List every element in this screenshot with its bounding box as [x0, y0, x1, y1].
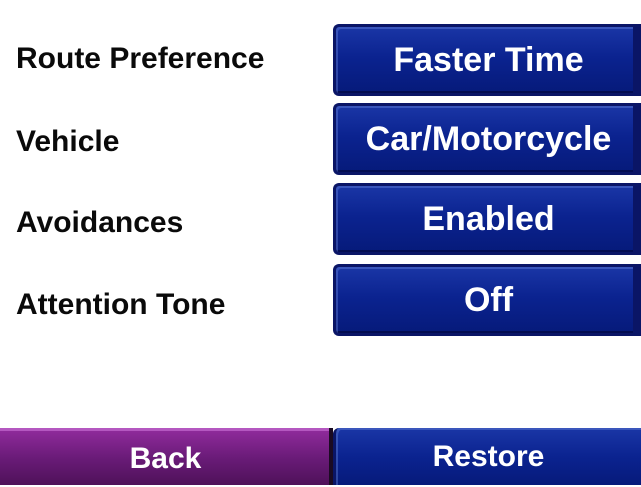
avoidances-label: Avoidances — [16, 206, 184, 239]
avoidances-value: Enabled — [422, 200, 555, 238]
vehicle-value: Car/Motorcycle — [365, 120, 612, 158]
button-edge — [633, 267, 641, 333]
back-button[interactable]: Back — [0, 428, 331, 485]
bottom-bar: Back Restore — [0, 428, 641, 485]
button-edge — [633, 106, 641, 172]
route-preference-value: Faster Time — [393, 41, 584, 79]
attention-tone-value: Off — [463, 281, 514, 319]
route-preference-button[interactable]: Faster Time — [333, 24, 641, 96]
button-edge — [633, 186, 641, 252]
route-preference-label: Route Preference — [16, 42, 265, 75]
vehicle-label: Vehicle — [16, 125, 120, 158]
attention-tone-button[interactable]: Off — [333, 264, 641, 336]
vehicle-button[interactable]: Car/Motorcycle — [333, 103, 641, 175]
button-edge — [633, 27, 641, 93]
restore-button[interactable]: Restore — [333, 428, 641, 485]
avoidances-button[interactable]: Enabled — [333, 183, 641, 255]
attention-tone-label: Attention Tone — [16, 288, 226, 321]
